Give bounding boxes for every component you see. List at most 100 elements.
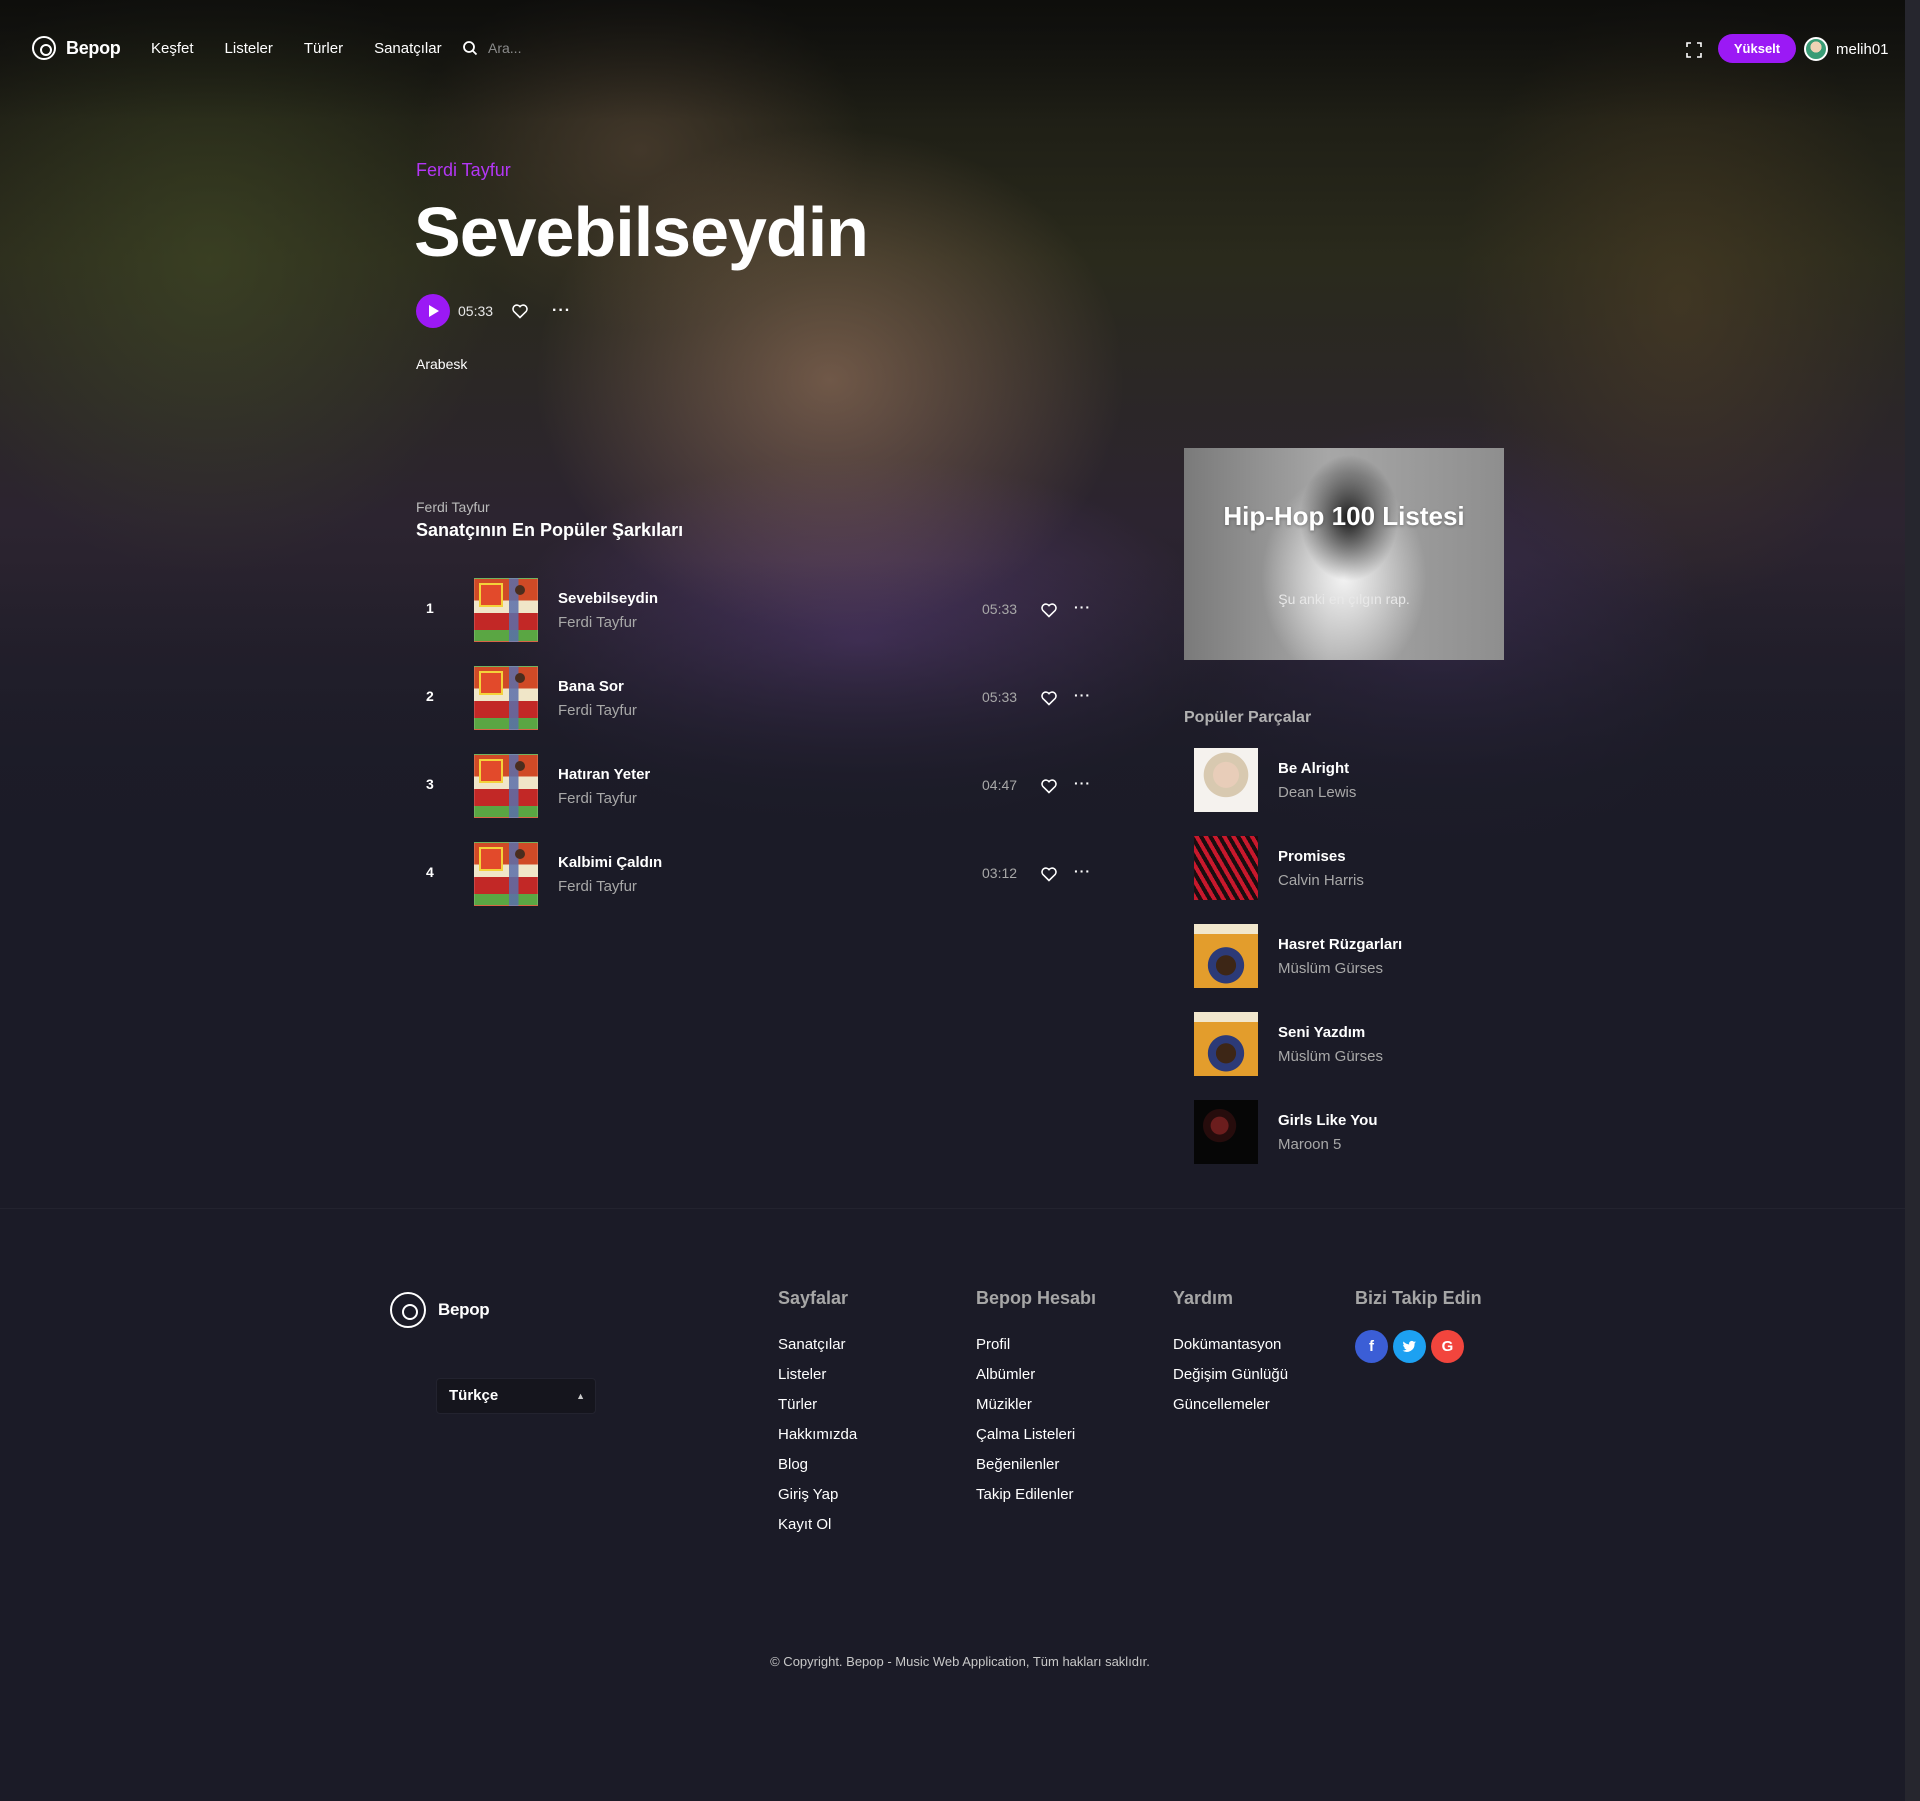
track-title[interactable]: Seni Yazdım [1278, 1024, 1365, 1041]
nav-listeler[interactable]: Listeler [225, 40, 273, 57]
song-controls: 05:33 ··· [416, 294, 571, 328]
footer-link[interactable]: Türler [778, 1390, 857, 1420]
album-cover[interactable] [1194, 924, 1258, 988]
popular-track[interactable]: Girls Like You Maroon 5 [1194, 1100, 1514, 1164]
footer-heading: Bizi Takip Edin [1355, 1288, 1482, 1308]
heart-icon[interactable] [1040, 865, 1058, 883]
footer-link[interactable]: Hakkımızda [778, 1420, 857, 1450]
heart-icon[interactable] [511, 302, 529, 320]
album-cover[interactable] [474, 754, 538, 818]
heart-icon[interactable] [1040, 777, 1058, 795]
track-artist[interactable]: Maroon 5 [1278, 1136, 1341, 1153]
track-row[interactable]: 2 Bana Sor Ferdi Tayfur 05:33 ··· [416, 666, 1096, 730]
track-artist[interactable]: Ferdi Tayfur [558, 614, 637, 631]
track-number: 3 [426, 776, 434, 792]
footer-brand-logo[interactable]: Bepop [390, 1292, 490, 1328]
footer-link[interactable]: Albümler [976, 1360, 1096, 1390]
search-box [462, 40, 608, 56]
album-cover[interactable] [474, 842, 538, 906]
footer-link[interactable]: Profil [976, 1330, 1096, 1360]
track-title[interactable]: Hatıran Yeter [558, 766, 650, 783]
track-duration: 03:12 [982, 865, 1018, 881]
google-icon[interactable]: G [1431, 1330, 1464, 1363]
heart-icon[interactable] [1040, 601, 1058, 619]
album-cover[interactable] [474, 578, 538, 642]
footer-link[interactable]: Kayıt Ol [778, 1510, 857, 1540]
more-options-icon[interactable]: ··· [552, 303, 571, 319]
fullscreen-icon[interactable] [1686, 42, 1702, 58]
footer-link[interactable]: Dokümantasyon [1173, 1330, 1288, 1360]
page: Bepop Keşfet Listeler Türler Sanatçılar … [0, 0, 1920, 1801]
language-value: Türkçe [449, 1387, 499, 1404]
track-artist[interactable]: Dean Lewis [1278, 784, 1356, 801]
more-options-icon[interactable]: ··· [1074, 775, 1091, 791]
footer-heading: Sayfalar [778, 1288, 849, 1308]
more-options-icon[interactable]: ··· [1074, 863, 1091, 879]
nav-kesfet[interactable]: Keşfet [151, 40, 194, 57]
footer-link[interactable]: Çalma Listeleri [976, 1420, 1096, 1450]
track-artist[interactable]: Müslüm Gürses [1278, 960, 1383, 977]
track-row[interactable]: 3 Hatıran Yeter Ferdi Tayfur 04:47 ··· [416, 754, 1096, 818]
nav-sanatcilar[interactable]: Sanatçılar [374, 40, 442, 57]
album-cover[interactable] [1194, 1012, 1258, 1076]
brand-name: Bepop [66, 37, 121, 58]
search-icon[interactable] [462, 40, 478, 56]
song-duration: 05:33 [458, 303, 494, 319]
footer-link[interactable]: Listeler [778, 1360, 857, 1390]
footer-link[interactable]: Müzikler [976, 1390, 1096, 1420]
album-cover[interactable] [1194, 1100, 1258, 1164]
track-row[interactable]: 4 Kalbimi Çaldın Ferdi Tayfur 03:12 ··· [416, 842, 1096, 906]
track-duration: 05:33 [982, 689, 1018, 705]
genre-tag[interactable]: Arabesk [416, 356, 467, 372]
footer-link[interactable]: Takip Edilenler [976, 1480, 1096, 1510]
track-title[interactable]: Bana Sor [558, 678, 624, 695]
track-title[interactable]: Hasret Rüzgarları [1278, 936, 1402, 953]
nav-turler[interactable]: Türler [304, 40, 343, 57]
footer-col-help: Yardım Dokümantasyon Değişim Günlüğü Gün… [1173, 1288, 1288, 1420]
hiphop-playlist-card[interactable]: Hip-Hop 100 Listesi Şu anki en çılgın ra… [1184, 448, 1504, 660]
promo-title: Hip-Hop 100 Listesi [1223, 501, 1465, 531]
track-artist[interactable]: Ferdi Tayfur [558, 702, 637, 719]
footer-col-account: Bepop Hesabı Profil Albümler Müzikler Ça… [976, 1288, 1096, 1510]
track-title[interactable]: Promises [1278, 848, 1346, 865]
brand-logo[interactable]: Bepop [32, 36, 121, 60]
footer-link[interactable]: Beğenilenler [976, 1450, 1096, 1480]
song-title: Sevebilseydin [414, 193, 869, 271]
user-menu[interactable]: melih01 [1804, 37, 1889, 61]
album-cover[interactable] [1194, 748, 1258, 812]
more-options-icon[interactable]: ··· [1074, 687, 1091, 703]
footer-link[interactable]: Blog [778, 1450, 857, 1480]
footer-heading: Yardım [1173, 1288, 1234, 1308]
more-options-icon[interactable]: ··· [1074, 599, 1091, 615]
search-input[interactable] [488, 40, 608, 56]
track-artist[interactable]: Müslüm Gürses [1278, 1048, 1383, 1065]
track-title[interactable]: Be Alright [1278, 760, 1349, 777]
track-artist[interactable]: Calvin Harris [1278, 872, 1364, 889]
popular-track[interactable]: Promises Calvin Harris [1194, 836, 1514, 900]
popular-track[interactable]: Hasret Rüzgarları Müslüm Gürses [1194, 924, 1514, 988]
language-select[interactable]: Türkçe ▲ [436, 1378, 596, 1414]
heart-icon[interactable] [1040, 689, 1058, 707]
song-artist-link[interactable]: Ferdi Tayfur [416, 160, 511, 181]
play-button[interactable] [416, 294, 450, 328]
avatar [1804, 37, 1828, 61]
popular-track[interactable]: Seni Yazdım Müslüm Gürses [1194, 1012, 1514, 1076]
footer-link[interactable]: Değişim Günlüğü [1173, 1360, 1288, 1390]
track-row[interactable]: 1 Sevebilseydin Ferdi Tayfur 05:33 ··· [416, 578, 1096, 642]
footer-col-pages: Sayfalar Sanatçılar Listeler Türler Hakk… [778, 1288, 857, 1540]
track-title[interactable]: Kalbimi Çaldın [558, 854, 662, 871]
facebook-icon[interactable]: f [1355, 1330, 1388, 1363]
track-artist[interactable]: Ferdi Tayfur [558, 878, 637, 895]
footer-link[interactable]: Giriş Yap [778, 1480, 857, 1510]
track-title[interactable]: Sevebilseydin [558, 590, 658, 607]
track-title[interactable]: Girls Like You [1278, 1112, 1377, 1129]
footer-link[interactable]: Sanatçılar [778, 1330, 857, 1360]
popular-track[interactable]: Be Alright Dean Lewis [1194, 748, 1514, 812]
upgrade-button[interactable]: Yükselt [1718, 34, 1796, 63]
album-cover[interactable] [474, 666, 538, 730]
twitter-icon[interactable] [1393, 1330, 1426, 1363]
footer-link[interactable]: Güncellemeler [1173, 1390, 1288, 1420]
scrollbar[interactable] [1905, 0, 1920, 1801]
album-cover[interactable] [1194, 836, 1258, 900]
track-artist[interactable]: Ferdi Tayfur [558, 790, 637, 807]
